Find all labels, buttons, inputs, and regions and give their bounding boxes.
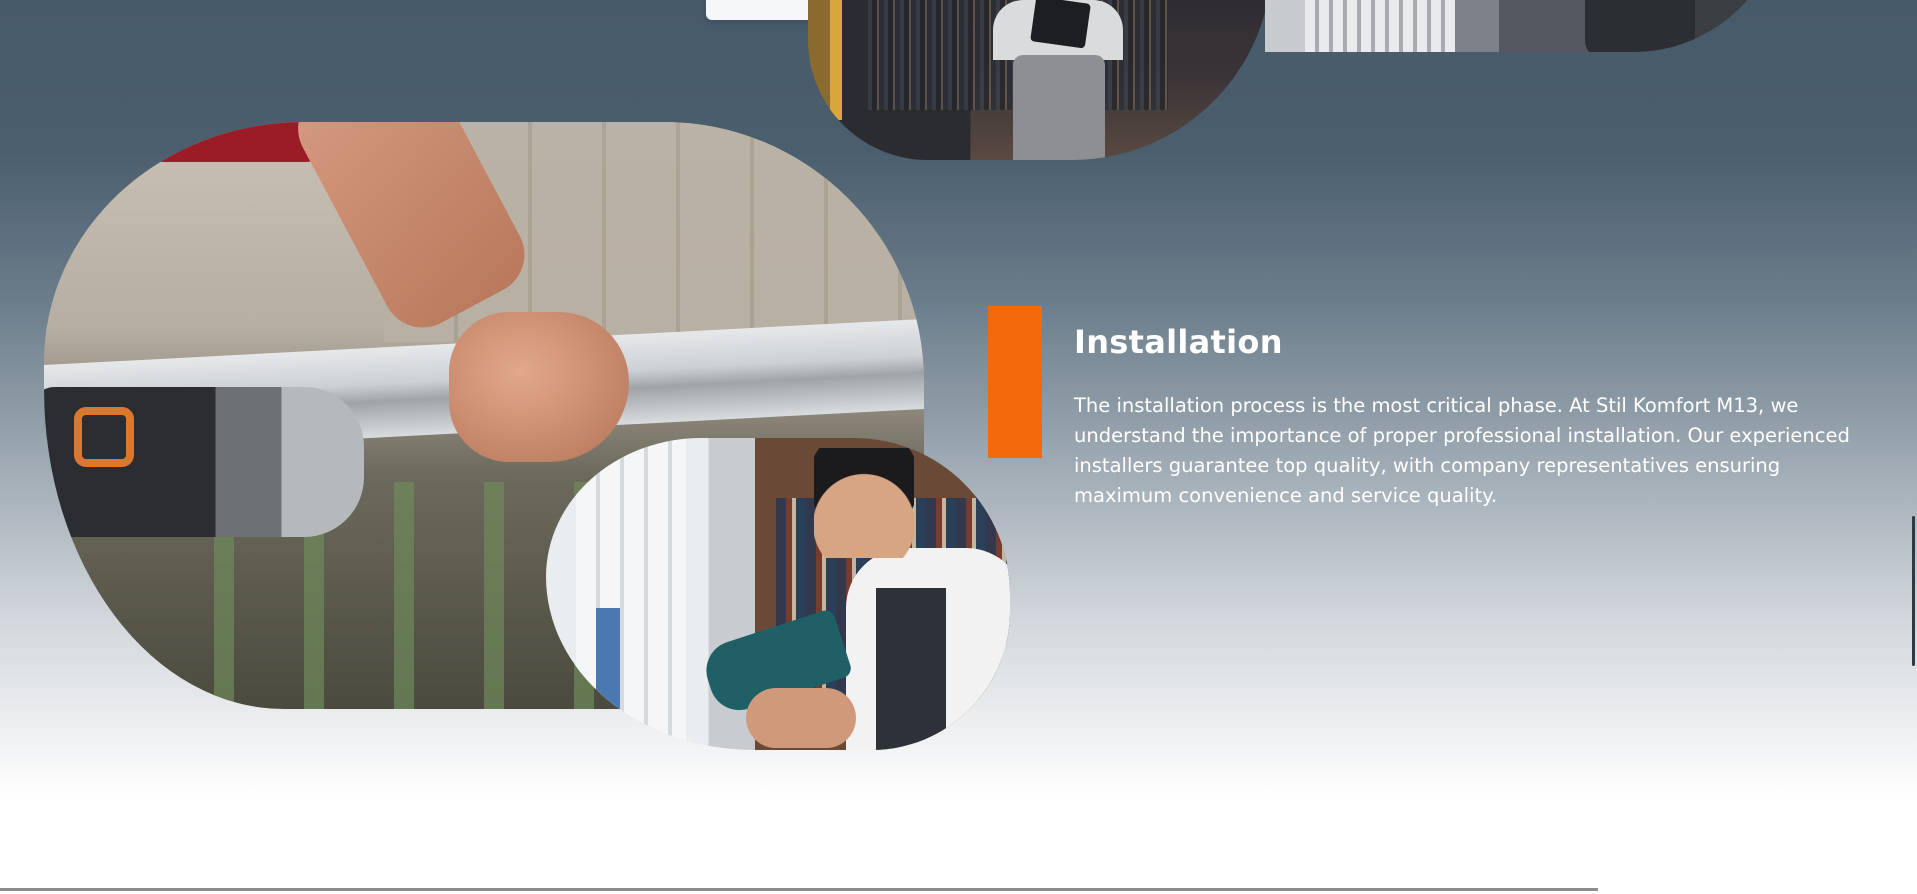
window-frames-photo [1265, 0, 1785, 52]
photo-apron [876, 588, 946, 750]
photo-frame [830, 0, 842, 120]
photo-overall [1013, 55, 1105, 160]
section-description: The installation process is the most cri… [1074, 394, 1850, 507]
scrollbar[interactable] [1911, 0, 1917, 894]
accent-bar [988, 306, 1042, 458]
photo-glass [596, 608, 620, 748]
photo-head [814, 448, 914, 558]
young-worker-drill-photo [546, 438, 1010, 750]
photo-hands [746, 688, 856, 748]
photo-frames [1305, 0, 1455, 52]
photo-door [576, 438, 686, 750]
photo-drill-accent [74, 407, 134, 467]
divider [0, 888, 1598, 891]
scrollbar-thumb[interactable] [1912, 516, 1915, 666]
photo-worker [1585, 0, 1695, 52]
photo-tablet [1030, 0, 1091, 49]
section-title: Installation [1074, 323, 1283, 361]
